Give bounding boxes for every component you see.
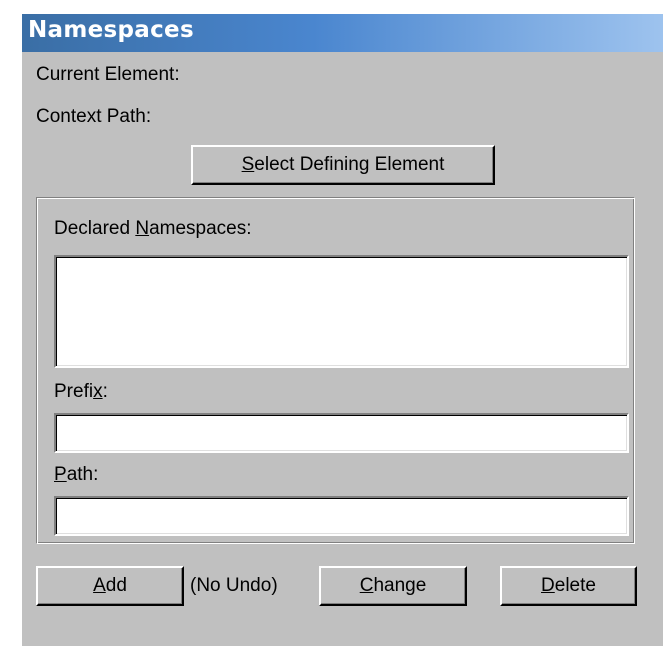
delete-button[interactable]: Delete [500,566,637,606]
path-label-suffix: ath: [66,464,99,485]
namespaces-panel: Namespaces Current Element: Context Path… [22,14,663,646]
delete-label: elete [554,575,596,596]
select-defining-element-mnemonic: S [241,154,255,175]
delete-mnemonic: D [541,575,555,596]
prefix-input[interactable] [54,413,629,453]
add-mnemonic: A [93,575,106,596]
declared-namespaces-mnemonic: N [135,218,150,239]
current-element-label: Current Element: [36,64,180,85]
select-defining-element-button[interactable]: Select Defining Element [191,145,495,185]
prefix-mnemonic: x [93,381,103,402]
prefix-label-prefix: Prefi [54,381,94,402]
title-bar: Namespaces [22,14,663,52]
panel-title: Namespaces [28,17,194,43]
add-button[interactable]: Add [36,566,184,606]
declared-namespaces-label-suffix: amespaces: [149,218,252,239]
context-path-label: Context Path: [36,106,152,127]
no-undo-label: (No Undo) [190,575,278,596]
declared-namespaces-label-prefix: Declared [54,218,136,239]
declared-namespaces-list[interactable] [54,255,629,368]
change-mnemonic: C [359,575,374,596]
namespaces-group: Declared Namespaces: Prefix: Path: [36,197,635,544]
path-input[interactable] [54,496,629,536]
change-button[interactable]: Change [319,566,467,606]
select-defining-element-label: elect Defining Element [254,154,445,175]
declared-namespaces-label: Declared Namespaces: [54,218,252,240]
path-mnemonic: P [54,464,67,485]
path-label: Path: [54,464,98,486]
prefix-label: Prefix: [54,381,108,403]
change-label: hange [373,575,427,596]
prefix-label-suffix: : [102,381,108,402]
add-label: dd [105,575,127,596]
